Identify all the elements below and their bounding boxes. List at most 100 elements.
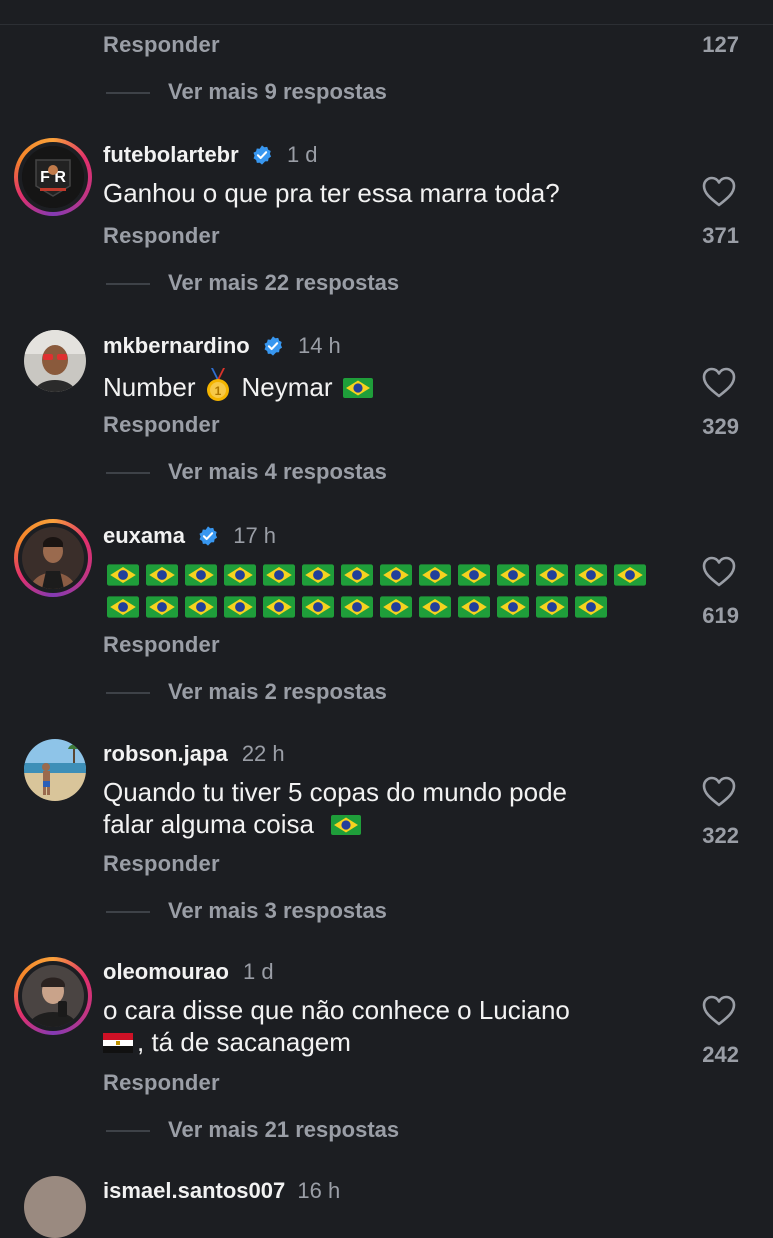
brazil-flag-icon xyxy=(535,596,568,618)
brazil-flags-row xyxy=(103,559,683,591)
like-count: 329 xyxy=(702,414,739,439)
avatar-photo xyxy=(22,527,84,589)
view-more-replies[interactable]: Ver mais 9 respostas xyxy=(106,79,526,107)
replies-dash xyxy=(106,692,150,694)
avatar[interactable] xyxy=(14,519,92,597)
replies-dash xyxy=(106,283,150,285)
brazil-flag-icon xyxy=(418,564,451,586)
brazil-flag-icon xyxy=(342,378,373,398)
brazil-flag-icon xyxy=(145,564,178,586)
brazil-flags-row xyxy=(103,591,683,623)
comment-time: 1 d xyxy=(243,959,274,985)
verified-badge-icon xyxy=(264,336,282,356)
comment-text: o cara disse que não conhece o Luciano ,… xyxy=(103,994,663,1058)
view-more-replies[interactable]: Ver mais 21 respostas xyxy=(106,1117,526,1145)
comment-text: Ganhou o que pra ter essa marra toda? xyxy=(103,177,663,209)
brazil-flag-icon xyxy=(145,596,178,618)
brazil-flag-icon xyxy=(496,596,529,618)
avatar[interactable]: F R xyxy=(14,138,92,216)
reply-button[interactable]: Responder xyxy=(103,223,220,249)
username[interactable]: futebolartebr xyxy=(103,142,239,168)
avatar[interactable] xyxy=(24,330,86,392)
like-heart-icon[interactable] xyxy=(702,776,736,808)
avatar[interactable] xyxy=(24,1176,86,1238)
like-heart-icon[interactable] xyxy=(702,995,736,1027)
brazil-flag-icon xyxy=(379,596,412,618)
view-more-replies-label: Ver mais 9 respostas xyxy=(168,79,387,104)
like-count: 371 xyxy=(702,223,739,248)
username[interactable]: ismael.santos007 xyxy=(103,1178,285,1203)
brazil-flag-icon xyxy=(340,564,373,586)
comment-text-line-2: , tá de sacanagem xyxy=(103,1026,663,1058)
replies-dash xyxy=(106,1130,150,1132)
comment-time: 17 h xyxy=(233,523,277,549)
avatar[interactable] xyxy=(24,739,86,801)
avatar-image xyxy=(22,527,84,589)
comment-username-row: euxama 17 h xyxy=(103,522,276,549)
brazil-flag-icon xyxy=(262,564,295,586)
comment-text-part: Number xyxy=(103,372,196,402)
avatar-photo xyxy=(24,739,86,801)
like-count: 127 xyxy=(702,32,739,57)
comment-text-line-2: falar alguma coisa xyxy=(103,808,663,840)
avatar-image: F R xyxy=(22,146,84,208)
comment-time: 1 d xyxy=(286,142,318,168)
brazil-flag-icon xyxy=(331,815,362,835)
brazil-flag-icon xyxy=(613,564,646,586)
reply-button[interactable]: Responder xyxy=(103,1070,220,1096)
comment-text xyxy=(103,559,683,623)
comment-username-row: robson.japa 22 h xyxy=(103,740,285,767)
comment-text: Number 1 Neymar xyxy=(103,368,663,403)
like-heart-icon[interactable] xyxy=(702,556,736,588)
brazil-flag-icon xyxy=(418,596,451,618)
comment-text: Quando tu tiver 5 copas do mundo pode fa… xyxy=(103,776,663,840)
reply-button[interactable]: Responder xyxy=(103,412,220,438)
like-heart-icon[interactable] xyxy=(702,176,736,208)
brazil-flag-icon xyxy=(340,596,373,618)
like-count: 322 xyxy=(702,823,739,848)
brazil-flag-icon xyxy=(574,596,607,618)
view-more-replies[interactable]: Ver mais 2 respostas xyxy=(106,679,526,707)
reply-button[interactable]: Responder xyxy=(103,632,220,658)
brazil-flag-icon xyxy=(301,564,334,586)
top-divider xyxy=(0,24,773,25)
replies-dash xyxy=(106,92,150,94)
view-more-replies[interactable]: Ver mais 22 respostas xyxy=(106,270,526,298)
reply-button[interactable]: Responder xyxy=(103,851,220,877)
avatar[interactable] xyxy=(14,957,92,1035)
avatar-image xyxy=(24,330,86,392)
brazil-flag-icon xyxy=(496,564,529,586)
egypt-flag-icon xyxy=(103,1033,133,1053)
username[interactable]: mkbernardino xyxy=(103,333,250,359)
view-more-replies-label: Ver mais 2 respostas xyxy=(168,679,387,704)
like-count: 242 xyxy=(702,1042,739,1067)
replies-dash xyxy=(106,911,150,913)
comment-text-part: falar alguma coisa xyxy=(103,809,314,839)
username[interactable]: robson.japa xyxy=(103,741,228,767)
view-more-replies-label: Ver mais 22 respostas xyxy=(168,270,400,295)
avatar-photo xyxy=(24,330,86,392)
avatar-image xyxy=(22,965,84,1027)
comment-username-row: mkbernardino 14 h xyxy=(103,332,341,359)
like-heart-icon[interactable] xyxy=(702,367,736,399)
reply-button[interactable]: Responder xyxy=(103,32,220,58)
comment-time: 16 h xyxy=(297,1178,341,1203)
view-more-replies-label: Ver mais 3 respostas xyxy=(168,898,387,923)
brazil-flag-icon xyxy=(262,596,295,618)
view-more-replies[interactable]: Ver mais 4 respostas xyxy=(106,459,526,487)
comment-username-row: oleomourao 1 d xyxy=(103,958,274,985)
comment-time: 22 h xyxy=(241,741,285,767)
username[interactable]: oleomourao xyxy=(103,959,229,985)
username[interactable]: euxama xyxy=(103,523,185,549)
avatar-photo xyxy=(22,965,84,1027)
verified-badge-icon xyxy=(253,145,271,165)
futebolarte-logo: F R xyxy=(22,146,84,208)
brazil-flag-icon xyxy=(184,564,217,586)
replies-dash xyxy=(106,472,150,474)
first-place-medal-icon: 1 xyxy=(207,368,230,401)
brazil-flag-icon xyxy=(106,564,139,586)
brazil-flag-icon xyxy=(223,564,256,586)
view-more-replies[interactable]: Ver mais 3 respostas xyxy=(106,898,526,926)
comment-username-row: ismael.santos007 16 h xyxy=(103,1178,340,1204)
avatar-image xyxy=(24,739,86,801)
